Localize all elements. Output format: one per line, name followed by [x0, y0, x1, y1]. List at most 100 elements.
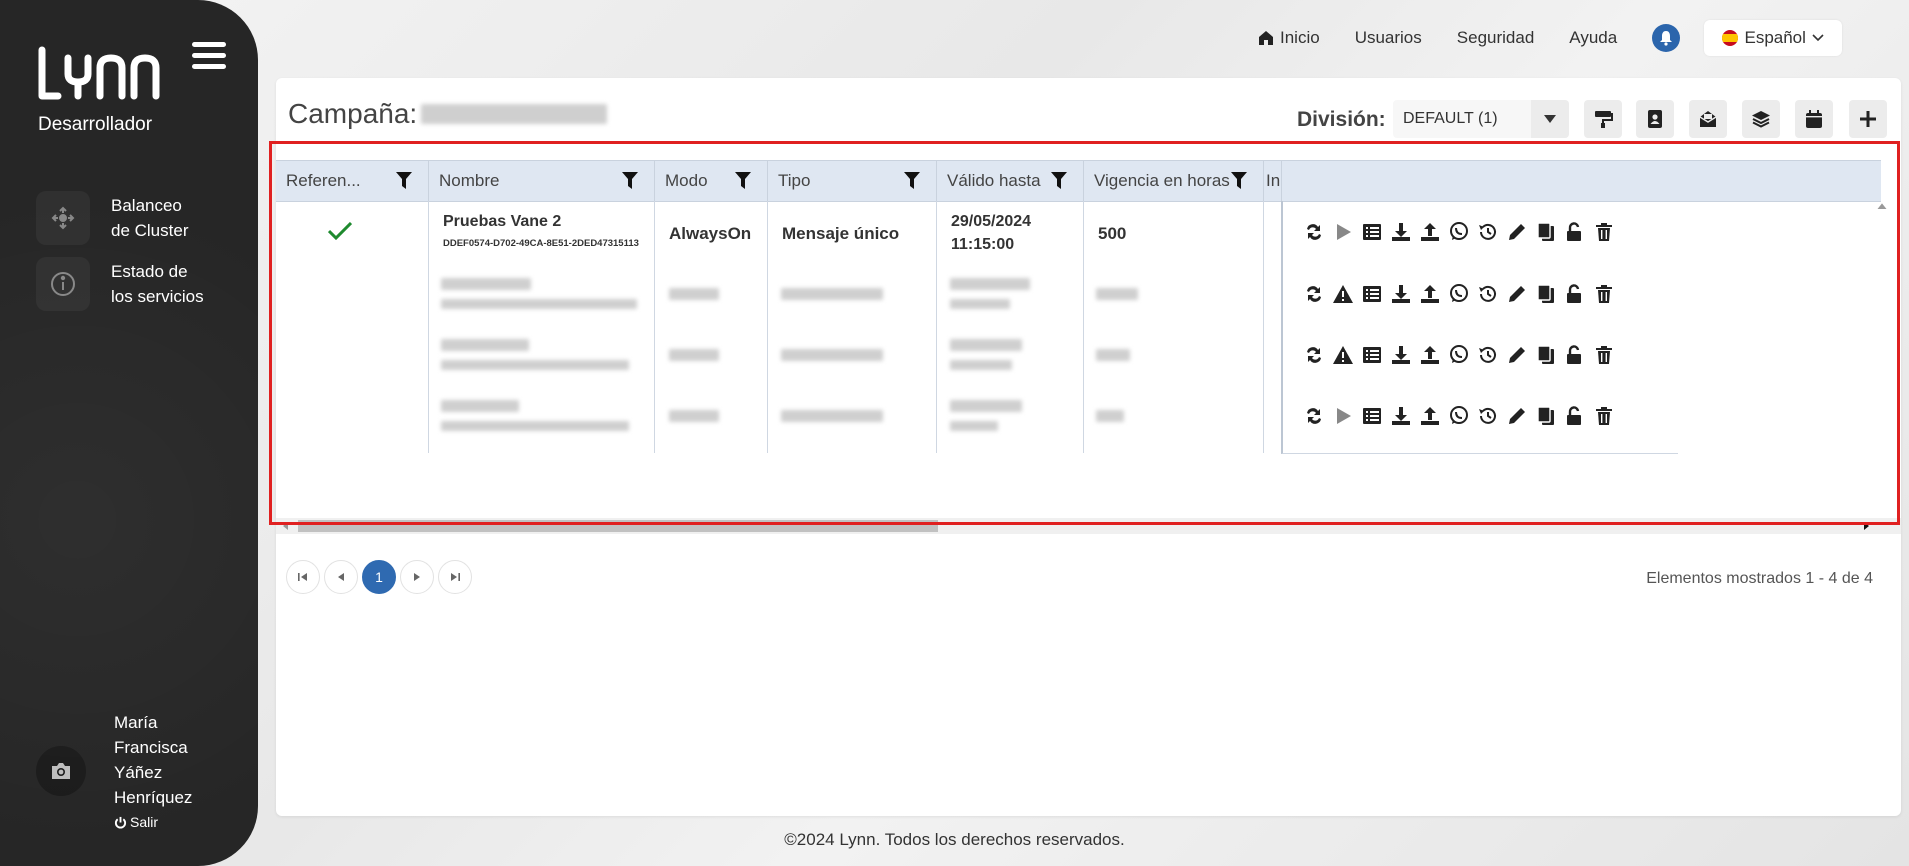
filter-icon[interactable]	[735, 172, 751, 189]
list-icon[interactable]	[1361, 283, 1383, 305]
first-page-button[interactable]	[286, 560, 320, 594]
sync-icon[interactable]	[1303, 405, 1325, 427]
sidebar-item-service-status[interactable]: Estado de los servicios	[36, 257, 251, 311]
horizontal-scroll-thumb[interactable]	[298, 520, 938, 532]
redacted-text	[669, 410, 719, 422]
column-header-name[interactable]: Nombre	[429, 161, 655, 201]
last-page-button[interactable]	[438, 560, 472, 594]
history-icon[interactable]	[1477, 221, 1499, 243]
horizontal-scrollbar[interactable]	[276, 518, 1901, 534]
download-icon[interactable]	[1390, 344, 1412, 366]
next-page-icon	[414, 573, 420, 581]
unlock-icon[interactable]	[1564, 405, 1586, 427]
history-icon[interactable]	[1477, 344, 1499, 366]
column-header-reference[interactable]: Referen...	[276, 161, 429, 201]
column-header-valid-until[interactable]: Válido hasta	[937, 161, 1084, 201]
redacted-text	[441, 360, 629, 370]
upload-icon[interactable]	[1419, 344, 1441, 366]
whatsapp-icon[interactable]	[1448, 344, 1470, 366]
filter-icon[interactable]	[904, 172, 920, 189]
column-header-truncated[interactable]: In	[1264, 161, 1282, 201]
column-header-type[interactable]: Tipo	[768, 161, 937, 201]
scroll-left-arrow-icon[interactable]	[281, 521, 289, 531]
export-format-button[interactable]	[1584, 100, 1622, 138]
download-icon[interactable]	[1390, 221, 1412, 243]
list-icon[interactable]	[1361, 221, 1383, 243]
filter-icon[interactable]	[1051, 172, 1067, 189]
footer-copyright: ©2024 Lynn. Todos los derechos reservado…	[784, 830, 1125, 849]
unlock-icon[interactable]	[1564, 344, 1586, 366]
download-icon[interactable]	[1390, 283, 1412, 305]
trash-icon[interactable]	[1593, 283, 1615, 305]
warning-icon[interactable]	[1332, 283, 1354, 305]
notifications-bell-icon[interactable]	[1652, 24, 1681, 52]
layers-icon	[1752, 111, 1770, 128]
envelope-open-icon	[1699, 111, 1717, 127]
copy-icon[interactable]	[1535, 405, 1557, 427]
play-icon[interactable]	[1332, 221, 1354, 243]
unlock-icon[interactable]	[1564, 283, 1586, 305]
list-icon[interactable]	[1361, 344, 1383, 366]
copy-icon[interactable]	[1535, 283, 1557, 305]
upload-icon[interactable]	[1419, 221, 1441, 243]
row-actions	[1303, 405, 1615, 427]
language-selector[interactable]: Español	[1704, 20, 1843, 56]
home-icon	[1259, 31, 1273, 45]
copy-icon[interactable]	[1535, 344, 1557, 366]
download-icon[interactable]	[1390, 405, 1412, 427]
sync-icon[interactable]	[1303, 221, 1325, 243]
calendar-button[interactable]	[1795, 100, 1833, 138]
division-select[interactable]: DEFAULT (1)	[1393, 100, 1569, 138]
row-actions	[1303, 221, 1615, 243]
warning-icon[interactable]	[1332, 344, 1354, 366]
nav-users[interactable]: Usuarios	[1355, 28, 1422, 48]
play-icon[interactable]	[1332, 405, 1354, 427]
column-header-mode[interactable]: Modo	[655, 161, 768, 201]
redacted-text	[1096, 349, 1130, 361]
pagination: 1	[286, 560, 472, 594]
history-icon[interactable]	[1477, 405, 1499, 427]
whatsapp-icon[interactable]	[1448, 283, 1470, 305]
trash-icon[interactable]	[1593, 405, 1615, 427]
address-book-icon	[1648, 110, 1662, 128]
sync-icon[interactable]	[1303, 283, 1325, 305]
scroll-right-arrow-icon[interactable]	[1863, 521, 1871, 531]
row-actions-column	[1281, 201, 1678, 454]
add-button[interactable]	[1849, 100, 1887, 138]
contacts-button[interactable]	[1636, 100, 1674, 138]
vertical-scrollbar[interactable]	[1873, 200, 1891, 496]
camera-icon[interactable]	[36, 746, 86, 796]
filter-icon[interactable]	[622, 172, 638, 189]
list-icon[interactable]	[1361, 405, 1383, 427]
inbox-button[interactable]	[1689, 100, 1727, 138]
sidebar-item-cluster-balancing[interactable]: Balanceo de Cluster	[36, 191, 251, 245]
column-header-validity-hours[interactable]: Vigencia en horas	[1084, 161, 1264, 201]
filter-icon[interactable]	[396, 172, 412, 189]
whatsapp-icon[interactable]	[1448, 405, 1470, 427]
whatsapp-icon[interactable]	[1448, 221, 1470, 243]
column-header-label: Tipo	[778, 171, 811, 190]
nav-home[interactable]: Inicio	[1258, 28, 1320, 48]
history-icon[interactable]	[1477, 283, 1499, 305]
trash-icon[interactable]	[1593, 221, 1615, 243]
menu-toggle-button[interactable]	[192, 42, 226, 72]
page-button-current[interactable]: 1	[362, 560, 396, 594]
sync-icon[interactable]	[1303, 344, 1325, 366]
unlock-icon[interactable]	[1564, 221, 1586, 243]
edit-icon[interactable]	[1506, 221, 1528, 243]
edit-icon[interactable]	[1506, 283, 1528, 305]
edit-icon[interactable]	[1506, 344, 1528, 366]
next-page-button[interactable]	[400, 560, 434, 594]
page-title: Campaña:	[288, 98, 608, 130]
previous-page-button[interactable]	[324, 560, 358, 594]
upload-icon[interactable]	[1419, 283, 1441, 305]
nav-help[interactable]: Ayuda	[1569, 28, 1617, 48]
upload-icon[interactable]	[1419, 405, 1441, 427]
trash-icon[interactable]	[1593, 344, 1615, 366]
layers-button[interactable]	[1742, 100, 1780, 138]
campaign-id: DDEF0574-D702-49CA-8E51-2DED47315113	[443, 238, 639, 249]
edit-icon[interactable]	[1506, 405, 1528, 427]
copy-icon[interactable]	[1535, 221, 1557, 243]
nav-security[interactable]: Seguridad	[1457, 28, 1535, 48]
filter-icon[interactable]	[1231, 172, 1247, 189]
